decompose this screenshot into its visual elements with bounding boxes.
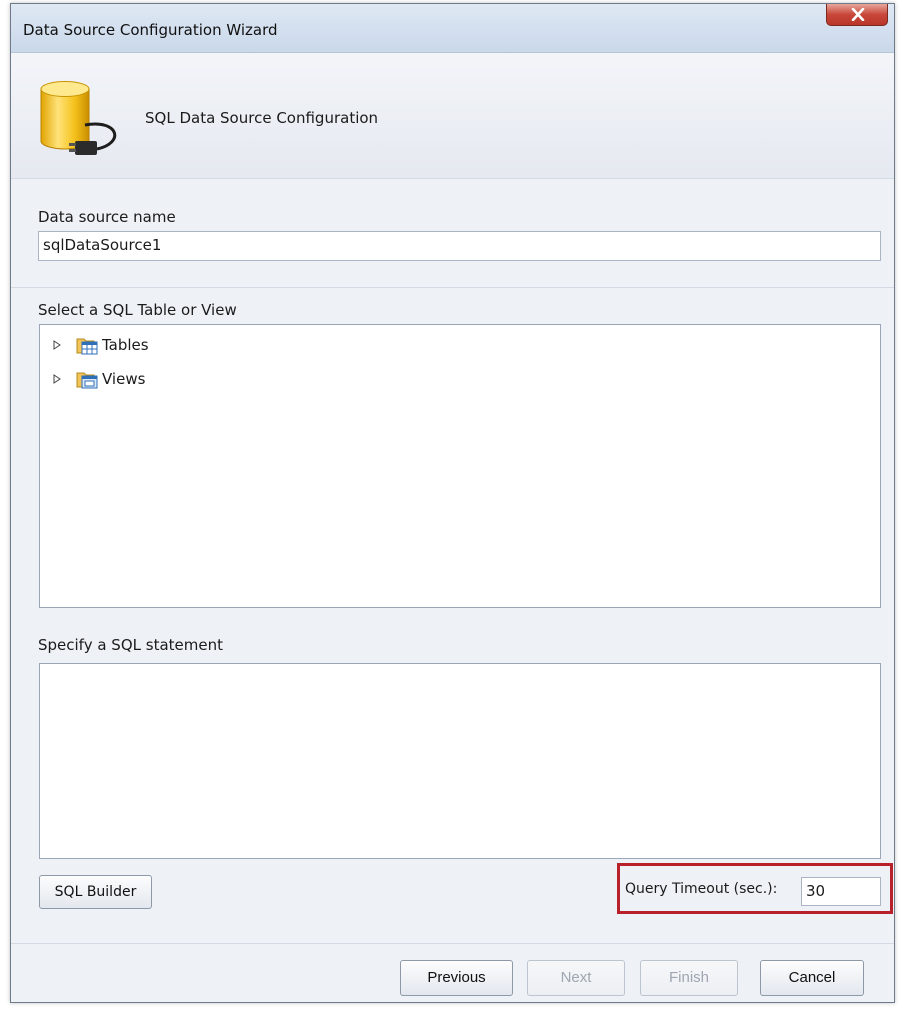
table-tree-view[interactable]: Tables Views: [39, 324, 881, 608]
expand-arrow-icon[interactable]: [52, 340, 62, 350]
data-source-name-label: Data source name: [38, 208, 176, 226]
header-title: SQL Data Source Configuration: [145, 109, 379, 127]
footer-divider: [11, 943, 894, 944]
view-folder-icon: [76, 372, 98, 389]
wizard-header: SQL Data Source Configuration: [11, 53, 894, 179]
cancel-button[interactable]: Cancel: [760, 960, 864, 996]
window-title: Data Source Configuration Wizard: [23, 21, 278, 39]
close-button[interactable]: [826, 4, 888, 26]
sql-statement-label: Specify a SQL statement: [38, 636, 223, 654]
title-bar: Data Source Configuration Wizard: [11, 4, 894, 53]
finish-button[interactable]: Finish: [640, 960, 738, 996]
tree-item-label: Tables: [102, 336, 149, 354]
sql-builder-button[interactable]: SQL Builder: [39, 875, 152, 909]
tree-item-views[interactable]: Views: [52, 368, 145, 390]
query-timeout-input[interactable]: 30: [801, 877, 881, 906]
table-select-label: Select a SQL Table or View: [38, 301, 237, 319]
tree-item-label: Views: [102, 370, 146, 388]
previous-button[interactable]: Previous: [400, 960, 513, 996]
table-folder-icon: [76, 338, 98, 355]
wizard-window: Data Source Configuration Wizard SQL Dat…: [10, 3, 895, 1003]
data-source-name-input[interactable]: sqlDataSource1: [38, 231, 881, 261]
sql-statement-editor[interactable]: [39, 663, 881, 859]
tree-item-tables[interactable]: Tables: [52, 334, 149, 356]
database-plug-icon: [40, 81, 117, 155]
query-timeout-label: Query Timeout (sec.):: [625, 881, 778, 897]
expand-arrow-icon[interactable]: [52, 374, 62, 384]
section-divider: [11, 287, 894, 288]
next-button[interactable]: Next: [527, 960, 625, 996]
close-icon: [851, 8, 865, 21]
